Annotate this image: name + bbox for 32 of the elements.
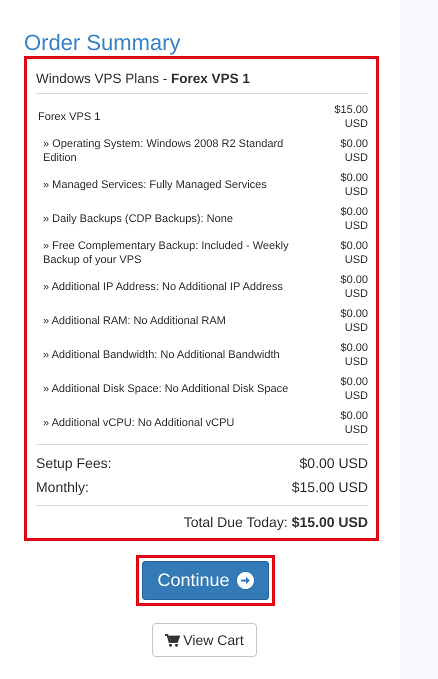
line-item-price: $0.00 USD (339, 307, 368, 335)
total-label: Setup Fees: (36, 454, 112, 473)
line-item-label: » Additional IP Address: No Additional IP Address (42, 280, 284, 294)
line-item-label: » Managed Services: Fully Managed Services (42, 178, 268, 192)
line-item-price: $0.00 USD (339, 409, 368, 437)
line-item-label: » Daily Backups (CDP Backups): None (42, 212, 234, 226)
line-item-price: $15.00 USD (333, 103, 368, 131)
total-due-label: Total Due Today: (184, 514, 288, 530)
line-item-price: $0.00 USD (339, 273, 368, 301)
view-cart-button[interactable]: View Cart (152, 623, 257, 657)
line-item-price: $0.00 USD (339, 341, 368, 369)
arrow-circle-icon (236, 572, 254, 589)
continue-button[interactable]: Continue (142, 561, 269, 600)
line-item-label: » Operating System: Windows 2008 R2 Standard Edition (42, 137, 284, 165)
line-item-label: Forex VPS 1 (37, 110, 102, 124)
line-item-price: $0.00 USD (339, 239, 368, 267)
total-value: $0.00 USD (300, 454, 368, 473)
cart-icon (165, 634, 180, 646)
line-item-label: » Additional vCPU: No Additional vCPU (42, 416, 236, 430)
total-label: Monthly: (36, 478, 89, 497)
line-item-label: » Additional RAM: No Additional RAM (42, 314, 227, 328)
total-value: $15.00 USD (292, 478, 368, 497)
order-summary-title: Order Summary (24, 30, 182, 56)
line-item-price: $0.00 USD (339, 375, 368, 403)
line-item-label: » Additional Bandwidth: No Additional Bandwidth (42, 348, 281, 362)
total-due-value: $15.00 USD (292, 514, 368, 530)
plan-heading: Windows VPS Plans - Forex VPS 1 (36, 62, 368, 94)
line-item-price: $0.00 USD (339, 205, 368, 233)
line-item-price: $0.00 USD (339, 171, 368, 199)
line-item-label: » Free Complementary Backup: Included - Weekly Backup of your VPS (42, 239, 290, 267)
line-item-price: $0.00 USD (339, 137, 368, 165)
line-item-label: » Additional Disk Space: No Additional Disk Space (42, 382, 290, 396)
